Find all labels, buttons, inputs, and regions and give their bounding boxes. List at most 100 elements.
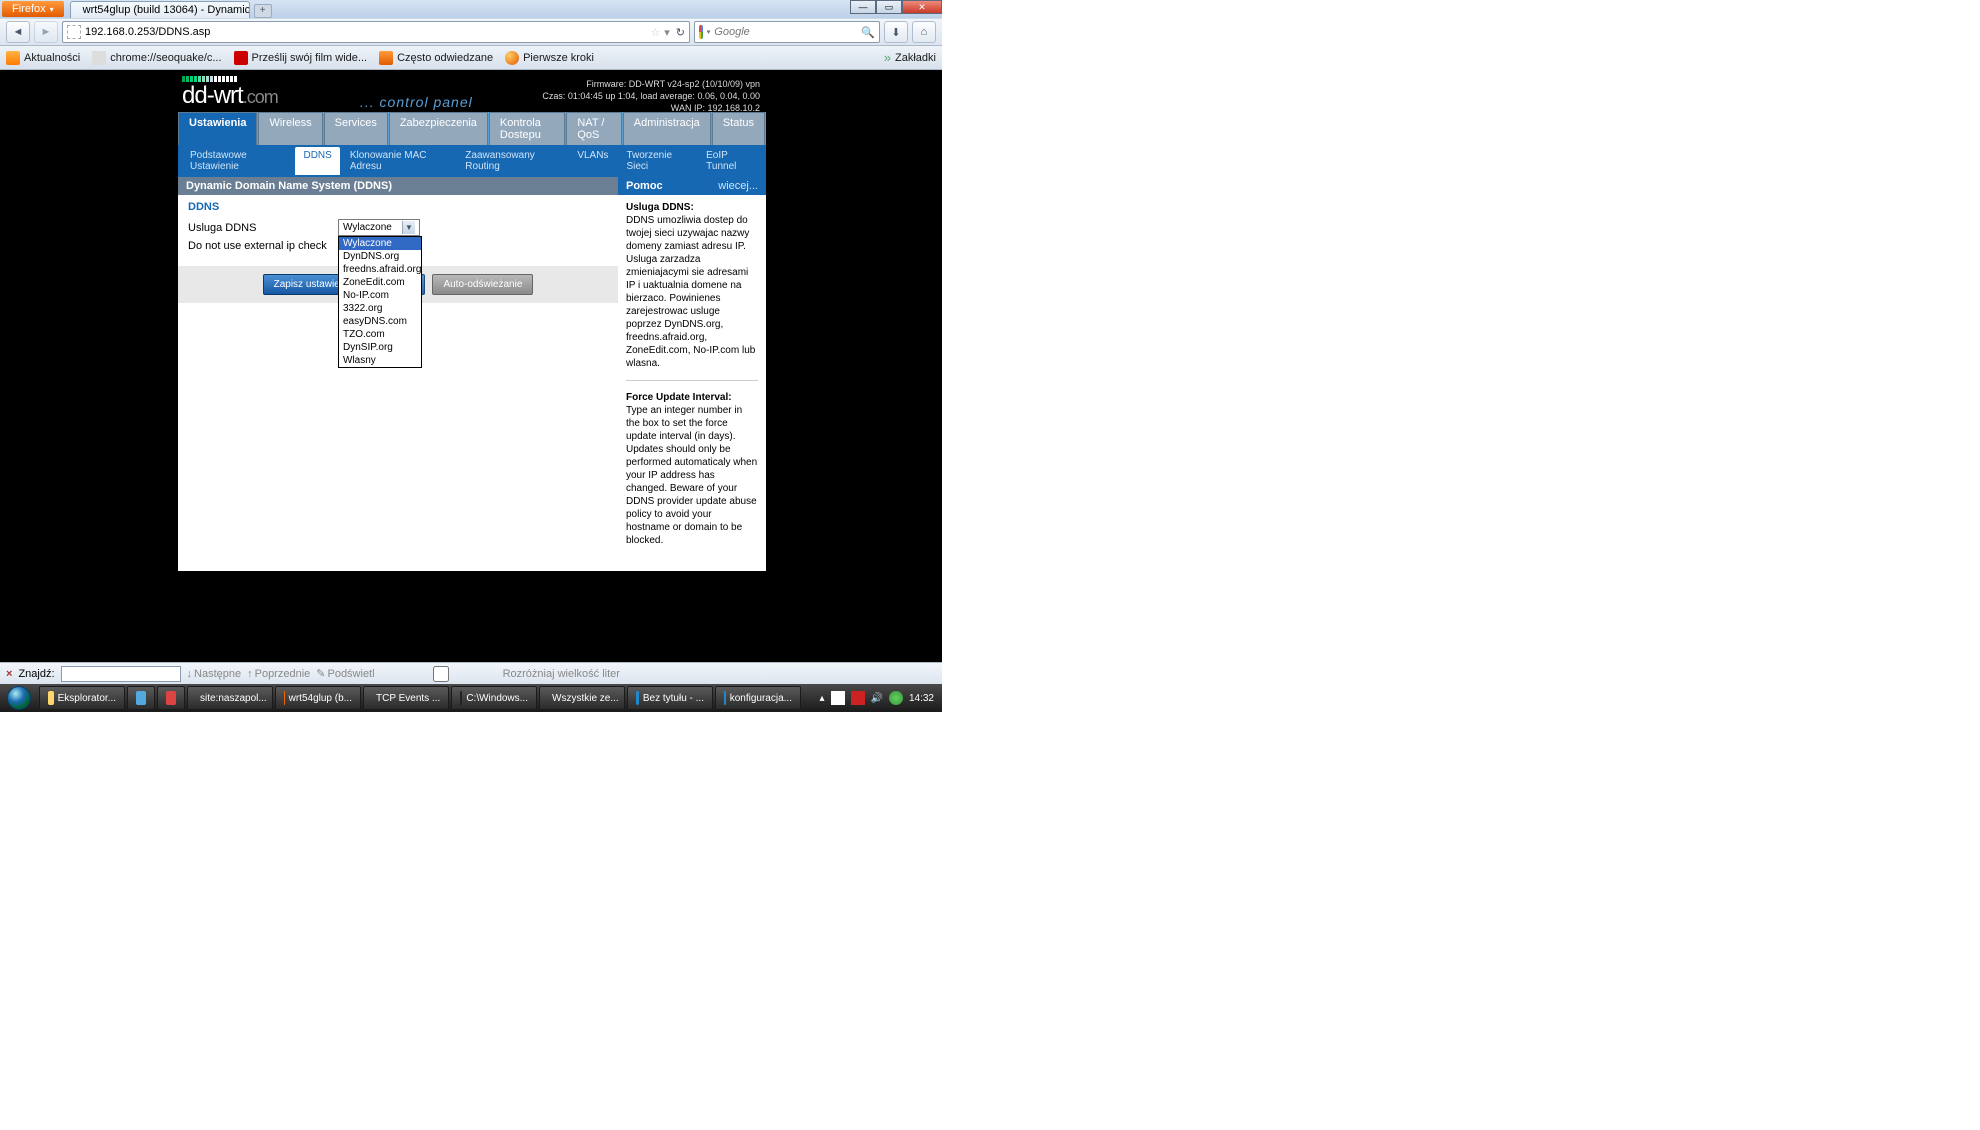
close-icon[interactable]: × [6, 668, 12, 680]
taskbar-item[interactable]: Eksplorator... [39, 686, 125, 710]
find-prev-button[interactable]: ↑ Poprzednie [247, 668, 310, 680]
home-button[interactable]: ⌂ [912, 21, 936, 43]
main-tab-services[interactable]: Services [324, 112, 388, 145]
autorefresh-button[interactable]: Auto-odświeżanie [432, 274, 533, 295]
tray-chevron-icon[interactable]: ▴ [819, 693, 824, 704]
select-option[interactable]: No-IP.com [339, 289, 421, 302]
taskbar-item[interactable]: C:\Windows... [451, 686, 537, 710]
volume-icon[interactable]: 🔊 [871, 693, 883, 704]
select-option[interactable]: Wlasny [339, 354, 421, 367]
rss-icon [379, 51, 393, 65]
find-next-button[interactable]: ↓ Następne [187, 668, 242, 680]
matchcase-input[interactable] [381, 666, 501, 682]
bookmark-label: Zakładki [895, 52, 936, 64]
clock[interactable]: 14:32 [909, 693, 934, 704]
help-title: Pomoc [626, 180, 663, 192]
main-tab-ustawienia[interactable]: Ustawienia [178, 112, 257, 145]
select-option[interactable]: freedns.afraid.org [339, 263, 421, 276]
taskbar-item[interactable]: TCP Events ... [363, 686, 449, 710]
feed-icon[interactable]: ☆ [650, 26, 660, 39]
bookmark-item[interactable]: Aktualności [6, 51, 80, 65]
bookmark-item[interactable]: Pierwsze kroki [505, 51, 594, 65]
main-tab-nat-qos[interactable]: NAT / QoS [566, 112, 621, 145]
dropdown-icon[interactable]: ▾ [664, 26, 670, 39]
firefox-menu-button[interactable]: Firefox [2, 1, 64, 17]
help-h2: Force Update Interval: [626, 392, 732, 403]
window-minimize-button[interactable]: — [850, 0, 876, 14]
bookmark-label: Często odwiedzane [397, 52, 493, 64]
select-value: Wylaczone [343, 222, 392, 233]
youtube-icon [234, 51, 248, 65]
taskbar-label: konfiguracja... [730, 693, 792, 704]
find-input[interactable] [61, 666, 181, 682]
help-h1: Usluga DDNS: [626, 202, 694, 213]
bookmark-item[interactable]: Prześlij swój film wide... [234, 51, 368, 65]
taskbar-item[interactable] [127, 686, 155, 710]
main-tab-zabezpieczenia[interactable]: Zabezpieczenia [389, 112, 488, 145]
select-option[interactable]: 3322.org [339, 302, 421, 315]
find-highlight-button[interactable]: ✎ Podświetl [316, 667, 374, 680]
sub-tab-tworzenie-sieci[interactable]: Tworzenie Sieci [618, 147, 696, 175]
url-bar[interactable]: ☆ ▾ ↻ [62, 21, 690, 43]
taskbar-item[interactable]: Bez tytułu - ... [627, 686, 713, 710]
select-option[interactable]: ZoneEdit.com [339, 276, 421, 289]
firefox-icon [505, 51, 519, 65]
select-option[interactable]: TZO.com [339, 328, 421, 341]
network-icon[interactable] [889, 691, 903, 705]
ddns-service-select[interactable]: Wylaczone ▼ [338, 219, 420, 236]
forward-button[interactable]: ► [34, 21, 58, 43]
find-matchcase-checkbox[interactable]: Rozróżniaj wielkość liter [381, 666, 620, 682]
start-button[interactable] [0, 684, 38, 712]
app-icon [48, 691, 54, 705]
select-option[interactable]: DynSIP.org [339, 341, 421, 354]
new-tab-button[interactable]: + [254, 4, 272, 18]
search-icon[interactable]: 🔍 [861, 26, 875, 39]
taskbar-item[interactable]: Wszystkie ze... [539, 686, 625, 710]
taskbar-item[interactable]: konfiguracja... [715, 686, 801, 710]
select-option[interactable]: DynDNS.org [339, 250, 421, 263]
bookmarks-menu[interactable]: »Zakładki [884, 50, 936, 65]
subsection-header: DDNS [178, 195, 618, 217]
firmware-label: Firmware: DD-WRT v24-sp2 (10/10/09) vpn [542, 78, 760, 90]
sub-tab-ddns[interactable]: DDNS [295, 147, 339, 175]
search-input[interactable] [714, 26, 857, 38]
taskbar-label: C:\Windows... [466, 693, 528, 704]
flag-icon[interactable] [831, 691, 845, 705]
app-icon [724, 691, 726, 705]
main-tab-wireless[interactable]: Wireless [258, 112, 322, 145]
bookmark-label: Prześlij swój film wide... [252, 52, 368, 64]
rss-icon [6, 51, 20, 65]
back-button[interactable]: ◄ [6, 21, 30, 43]
main-tab-status[interactable]: Status [712, 112, 765, 145]
sub-tab-klonowanie-mac-adresu[interactable]: Klonowanie MAC Adresu [342, 147, 455, 175]
window-maximize-button[interactable]: ▭ [876, 0, 902, 14]
reload-button[interactable]: ↻ [676, 26, 685, 39]
taskbar-item[interactable] [157, 686, 185, 710]
sub-tab-vlans[interactable]: VLANs [569, 147, 616, 175]
help-more-link[interactable]: wiecej... [718, 180, 758, 192]
main-tab-administracja[interactable]: Administracja [623, 112, 711, 145]
app-icon [166, 691, 176, 705]
browser-tab[interactable]: wrt54glup (build 13064) - Dynamiczny D..… [70, 1, 250, 18]
bookmark-item[interactable]: Często odwiedzane [379, 51, 493, 65]
sub-tab-zaawansowany-routing[interactable]: Zaawansowany Routing [457, 147, 567, 175]
bookmark-item[interactable]: chrome://seoquake/c... [92, 51, 221, 65]
main-tab-kontrola-dostepu[interactable]: Kontrola Dostepu [489, 112, 565, 145]
chevron-down-icon: ▼ [402, 221, 415, 234]
wan-ip-label: WAN IP: 192.168.10.2 [542, 102, 760, 114]
antivirus-icon[interactable] [851, 691, 865, 705]
sub-tab-podstawowe-ustawienie[interactable]: Podstawowe Ustawienie [182, 147, 293, 175]
taskbar-item[interactable]: site:naszapol... [187, 686, 273, 710]
downloads-button[interactable]: ⬇ [884, 21, 908, 43]
search-bar[interactable]: ▾ 🔍 [694, 21, 880, 43]
taskbar-item[interactable]: wrt54glup (b... [275, 686, 361, 710]
select-option[interactable]: Wylaczone [339, 237, 421, 250]
url-input[interactable] [85, 26, 646, 38]
select-option[interactable]: easyDNS.com [339, 315, 421, 328]
uptime-label: Czas: 01:04:45 up 1:04, load average: 0.… [542, 90, 760, 102]
sub-tab-eoip-tunnel[interactable]: EoIP Tunnel [698, 147, 762, 175]
window-close-button[interactable]: ✕ [902, 0, 942, 14]
help-p1: DDNS umozliwia dostep do twojej sieci uz… [626, 215, 755, 369]
system-tray: ▴ 🔊 14:32 [811, 691, 942, 705]
help-p2: Type an integer number in the box to set… [626, 405, 757, 546]
